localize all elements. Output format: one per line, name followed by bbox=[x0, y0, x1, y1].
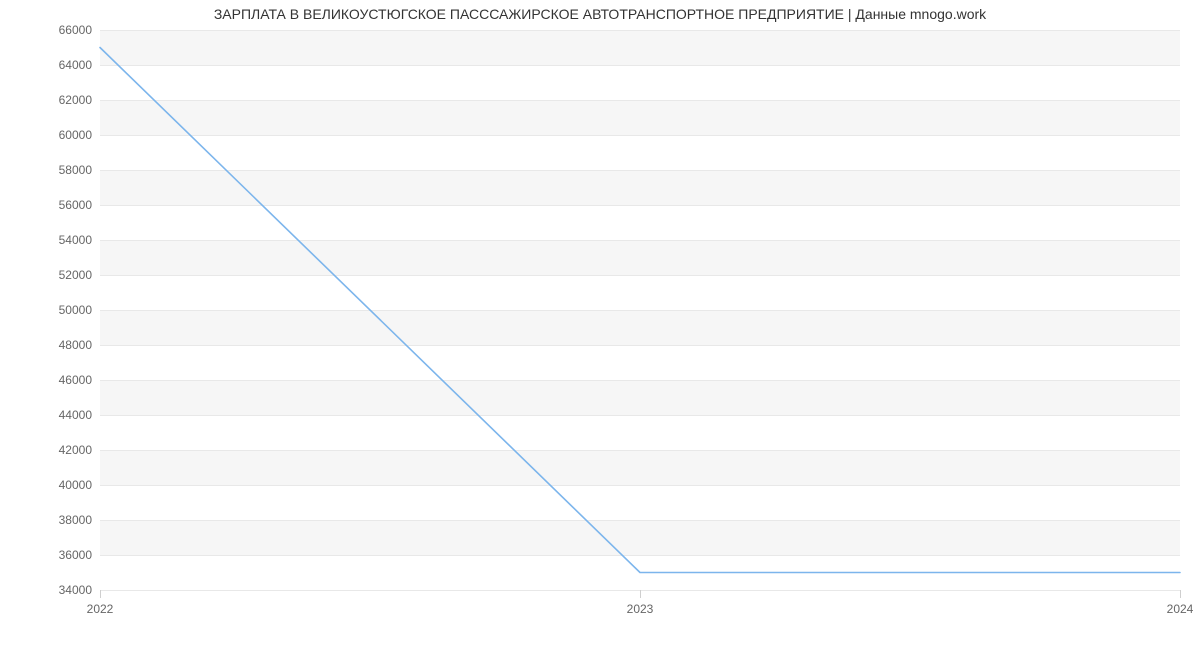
y-tick-label: 66000 bbox=[12, 23, 92, 37]
y-tick-label: 48000 bbox=[12, 338, 92, 352]
y-tick-label: 36000 bbox=[12, 548, 92, 562]
plot-area: 202220232024 bbox=[100, 30, 1180, 591]
y-tick-label: 34000 bbox=[12, 583, 92, 597]
y-tick-label: 62000 bbox=[12, 93, 92, 107]
y-tick-label: 56000 bbox=[12, 198, 92, 212]
x-tick-label: 2024 bbox=[1167, 602, 1194, 616]
x-tick-label: 2022 bbox=[87, 602, 114, 616]
y-tick-label: 40000 bbox=[12, 478, 92, 492]
x-tick bbox=[640, 590, 641, 598]
y-tick-label: 46000 bbox=[12, 373, 92, 387]
y-tick-label: 42000 bbox=[12, 443, 92, 457]
y-tick-label: 44000 bbox=[12, 408, 92, 422]
x-tick-label: 2023 bbox=[627, 602, 654, 616]
y-tick-label: 50000 bbox=[12, 303, 92, 317]
x-tick bbox=[100, 590, 101, 598]
y-tick-label: 52000 bbox=[12, 268, 92, 282]
chart-container: ЗАРПЛАТА В ВЕЛИКОУСТЮГСКОЕ ПАСССАЖИРСКОЕ… bbox=[0, 0, 1200, 650]
chart-title: ЗАРПЛАТА В ВЕЛИКОУСТЮГСКОЕ ПАСССАЖИРСКОЕ… bbox=[0, 6, 1200, 22]
series-line bbox=[100, 48, 1180, 573]
y-tick-label: 58000 bbox=[12, 163, 92, 177]
y-tick-label: 60000 bbox=[12, 128, 92, 142]
y-tick-label: 38000 bbox=[12, 513, 92, 527]
y-tick-label: 54000 bbox=[12, 233, 92, 247]
line-layer bbox=[100, 30, 1180, 590]
x-tick bbox=[1180, 590, 1181, 598]
y-tick-label: 64000 bbox=[12, 58, 92, 72]
